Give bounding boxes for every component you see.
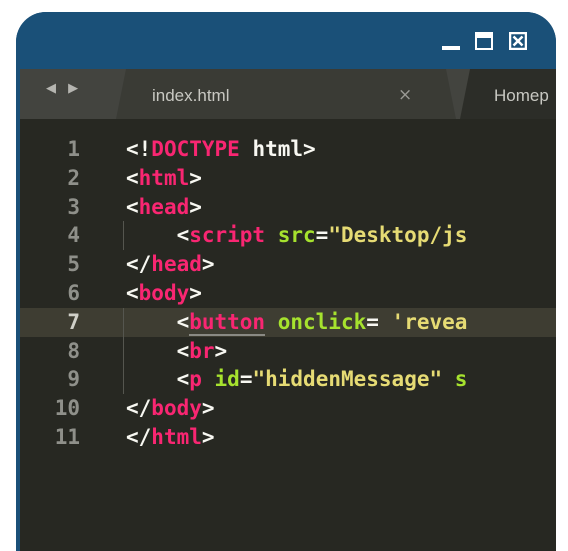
code-token: 'revea [391, 309, 468, 334]
code-line[interactable]: 4 <script src="Desktop/js [20, 221, 556, 251]
line-source: </head> [126, 250, 215, 279]
line-source: <script src="Desktop/js [126, 221, 468, 250]
code-token: <! [126, 137, 152, 161]
code-token: < [126, 165, 139, 190]
code-token: </ [126, 396, 152, 421]
code-token: head [151, 252, 202, 277]
code-token: = [315, 223, 329, 248]
code-token: < [126, 280, 139, 305]
code-token: onclick [277, 309, 367, 334]
close-icon[interactable] [508, 31, 528, 51]
line-number: 11 [54, 424, 80, 449]
tab-homepage[interactable]: Homep [460, 69, 556, 119]
code-token: "Desktop/js [328, 223, 468, 248]
code-token: > [214, 338, 228, 363]
tab-bar: ◀ ▶ index.html × Homep [20, 69, 556, 119]
code-token: = [366, 309, 392, 334]
line-number: 9 [67, 367, 80, 392]
code-token: = [239, 367, 253, 392]
line-number: 6 [67, 280, 80, 305]
code-token: script [189, 223, 266, 248]
code-token: < [126, 367, 190, 392]
code-token: br [189, 338, 215, 363]
code-token: "hiddenMessage" [252, 367, 443, 392]
line-number: 8 [67, 338, 80, 363]
line-number: 3 [67, 194, 80, 219]
code-token: > [201, 252, 215, 277]
line-source: <br> [126, 337, 228, 366]
code-token: s [454, 367, 468, 392]
code-line[interactable]: 11 </html> [20, 423, 556, 452]
tab-label: index.html [152, 86, 230, 105]
code-token: button [189, 309, 266, 336]
line-source: <!DOCTYPE html> [126, 135, 316, 164]
line-source: <body> [126, 279, 202, 308]
code-editor[interactable]: ◀ ▶ index.html × Homep 1 <!DOCTYPE html> 2… [20, 69, 556, 551]
code-token: html> [239, 137, 316, 161]
code-area[interactable]: 1 <!DOCTYPE html> 2 <html> 3 <head> 4 <script … [20, 135, 556, 452]
code-line[interactable]: 3 <head> [20, 193, 556, 222]
code-token: body [138, 280, 190, 305]
code-token: > [189, 165, 202, 190]
line-number: 5 [67, 252, 80, 277]
code-token: > [189, 280, 202, 305]
code-line[interactable]: 2 <html> [20, 164, 556, 193]
line-number: 4 [67, 223, 80, 248]
minimize-icon[interactable] [442, 32, 460, 50]
code-token: html [138, 165, 190, 190]
code-token: </ [126, 424, 152, 449]
code-token: < [126, 223, 190, 248]
code-token: p [189, 367, 202, 392]
code-line[interactable]: 1 <!DOCTYPE html> [20, 135, 556, 164]
code-token: < [126, 309, 190, 334]
code-token: html [151, 424, 202, 449]
line-number: 2 [67, 165, 80, 190]
tab-index-html[interactable]: index.html × [116, 69, 456, 119]
code-token: > [201, 424, 215, 449]
code-token: src [277, 223, 316, 248]
tab-nav-arrows-icon[interactable]: ◀ ▶ [46, 81, 82, 96]
line-source: <p id="hiddenMessage" s [126, 365, 468, 394]
code-token: </ [126, 252, 152, 277]
code-token: > [201, 396, 215, 421]
line-number: 1 [67, 137, 80, 161]
code-line[interactable]: 7 <button onclick= 'revea [20, 307, 556, 337]
close-glyph [508, 31, 528, 51]
code-line[interactable]: 6 <body> [20, 279, 556, 308]
code-token: < [126, 338, 190, 363]
line-source: <html> [126, 164, 202, 193]
title-bar[interactable] [16, 12, 556, 69]
tab-close-icon[interactable]: × [398, 85, 412, 105]
line-source: </html> [126, 423, 215, 452]
app-window: ◀ ▶ index.html × Homep 1 <!DOCTYPE html> 2… [16, 12, 556, 551]
indent-guide [123, 221, 124, 251]
line-source: </body> [126, 394, 215, 423]
indent-guide [123, 336, 124, 366]
code-line[interactable]: 10 </body> [20, 394, 556, 423]
code-line[interactable]: 8 <br> [20, 336, 556, 366]
line-source: <button onclick= 'revea [126, 308, 467, 337]
code-token: body [151, 396, 202, 421]
code-line[interactable]: 9 <p id="hiddenMessage" s [20, 365, 556, 395]
indent-guide [123, 307, 124, 337]
tab-label: Homep [494, 86, 549, 105]
maximize-icon[interactable] [475, 32, 493, 50]
code-token: id [214, 367, 240, 392]
line-number: 10 [54, 396, 80, 421]
code-token: > [189, 194, 202, 219]
code-token: < [126, 194, 139, 219]
line-source: <head> [126, 193, 202, 222]
line-number: 7 [67, 309, 80, 334]
indent-guide [123, 365, 124, 395]
code-token: head [138, 194, 190, 219]
code-token: DOCTYPE [151, 137, 240, 161]
code-line[interactable]: 5 </head> [20, 250, 556, 279]
